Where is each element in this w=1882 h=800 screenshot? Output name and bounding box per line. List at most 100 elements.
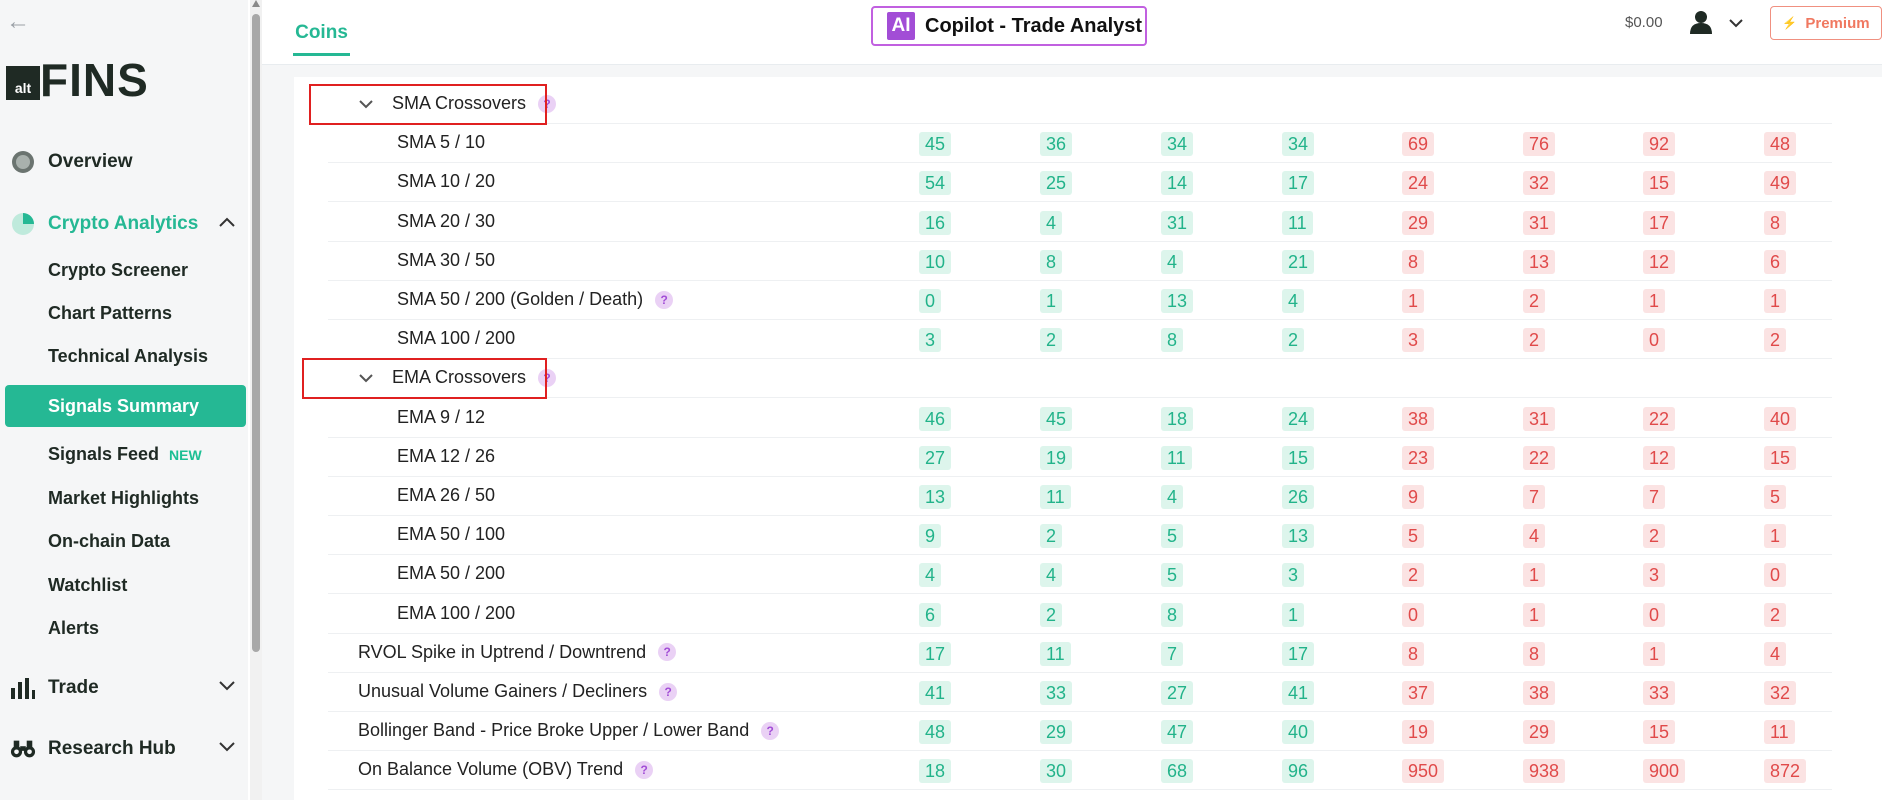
bullish-count-cell[interactable]: 3 [919,328,942,353]
bearish-count-cell[interactable]: 8 [1402,249,1425,274]
bullish-count-cell[interactable]: 2 [1040,328,1063,353]
sidebar-item-trade[interactable]: Trade [0,668,248,708]
bearish-count-cell[interactable]: 31 [1523,406,1556,431]
bullish-count-cell[interactable]: 2 [1040,602,1063,627]
bearish-count-cell[interactable]: 1 [1402,289,1425,313]
bearish-count-cell[interactable]: 4 [1764,641,1787,666]
bullish-count-cell[interactable]: 4 [1282,289,1305,313]
bearish-count-cell[interactable]: 38 [1402,406,1435,431]
bearish-count-cell[interactable]: 8 [1523,641,1546,666]
bullish-count-cell[interactable]: 8 [1161,328,1184,353]
bullish-count-cell[interactable]: 11 [1040,641,1071,666]
bullish-count-cell[interactable]: 48 [919,720,952,745]
bullish-count-cell[interactable]: 33 [1040,681,1073,705]
sidebar-item-watchlist[interactable]: Watchlist [48,570,127,600]
bullish-count-cell[interactable]: 15 [1282,445,1315,470]
bullish-count-cell[interactable]: 18 [1161,406,1194,431]
bullish-count-cell[interactable]: 1 [1040,289,1063,313]
bullish-count-cell[interactable]: 11 [1040,485,1071,509]
bullish-count-cell[interactable]: 4 [919,563,942,588]
bullish-count-cell[interactable]: 13 [1282,524,1315,549]
tab-coins[interactable]: Coins [293,22,350,56]
bullish-count-cell[interactable]: 13 [919,485,952,509]
sidebar-item-signals-feed[interactable]: Signals Feed NEW [48,439,202,469]
bullish-count-cell[interactable]: 31 [1161,210,1194,235]
bullish-count-cell[interactable]: 16 [919,210,952,235]
bearish-count-cell[interactable]: 900 [1643,759,1686,784]
bearish-count-cell[interactable]: 11 [1764,720,1795,745]
bullish-count-cell[interactable]: 17 [919,641,952,666]
bearish-count-cell[interactable]: 13 [1523,249,1556,274]
bearish-count-cell[interactable]: 2 [1402,563,1425,588]
bearish-count-cell[interactable]: 7 [1643,485,1666,509]
sidebar-item-technical-analysis[interactable]: Technical Analysis [48,341,208,371]
bearish-count-cell[interactable]: 938 [1523,759,1566,784]
sidebar-item-alerts[interactable]: Alerts [48,613,99,643]
bearish-count-cell[interactable]: 40 [1764,406,1797,431]
bearish-count-cell[interactable]: 5 [1402,524,1425,549]
bearish-count-cell[interactable]: 7 [1523,485,1546,509]
chevron-down-icon[interactable] [1728,18,1744,28]
bullish-count-cell[interactable]: 11 [1161,445,1192,470]
bullish-count-cell[interactable]: 4 [1040,563,1063,588]
bearish-count-cell[interactable]: 22 [1523,445,1556,470]
bullish-count-cell[interactable]: 11 [1282,210,1313,235]
help-icon[interactable]: ? [655,290,674,309]
bearish-count-cell[interactable]: 15 [1764,445,1797,470]
bullish-count-cell[interactable]: 14 [1161,171,1194,196]
sidebar-item-research-hub[interactable]: Research Hub [0,729,248,769]
bullish-count-cell[interactable]: 54 [919,171,952,196]
bullish-count-cell[interactable]: 96 [1282,759,1315,784]
group-header-row[interactable]: EMA Crossovers? [328,359,1832,399]
group-header-row[interactable]: SMA Crossovers? [328,85,1832,124]
sidebar-item-overview[interactable]: Overview [0,142,248,182]
bearish-count-cell[interactable]: 872 [1764,759,1807,784]
bearish-count-cell[interactable]: 2 [1523,289,1546,313]
bearish-count-cell[interactable]: 92 [1643,132,1676,157]
bullish-count-cell[interactable]: 21 [1282,249,1315,274]
bullish-count-cell[interactable]: 46 [919,406,952,431]
user-icon[interactable] [1690,10,1712,34]
bearish-count-cell[interactable]: 76 [1523,132,1556,157]
bullish-count-cell[interactable]: 27 [1161,681,1194,705]
bearish-count-cell[interactable]: 5 [1764,485,1787,509]
sidebar-item-signals-summary[interactable]: Signals Summary [5,385,246,427]
copilot-button[interactable]: AI Copilot - Trade Analyst [871,6,1147,46]
help-icon[interactable]: ? [658,643,677,662]
bullish-count-cell[interactable]: 34 [1161,132,1194,157]
bullish-count-cell[interactable]: 5 [1161,524,1184,549]
bullish-count-cell[interactable]: 13 [1161,289,1194,313]
bullish-count-cell[interactable]: 34 [1282,132,1315,157]
bullish-count-cell[interactable]: 41 [1282,681,1315,705]
bearish-count-cell[interactable]: 8 [1402,641,1425,666]
bullish-count-cell[interactable]: 47 [1161,720,1194,745]
bearish-count-cell[interactable]: 4 [1523,524,1546,549]
bullish-count-cell[interactable]: 2 [1282,328,1305,353]
bullish-count-cell[interactable]: 26 [1282,485,1315,509]
bullish-count-cell[interactable]: 8 [1161,602,1184,627]
bullish-count-cell[interactable]: 45 [919,132,952,157]
bullish-count-cell[interactable]: 41 [919,681,952,705]
bullish-count-cell[interactable]: 10 [919,249,952,274]
premium-button[interactable]: ⚡ Premium [1770,6,1882,40]
bullish-count-cell[interactable]: 17 [1282,171,1315,196]
bullish-count-cell[interactable]: 4 [1040,210,1063,235]
altfins-logo[interactable]: alt FINS [6,57,149,103]
bearish-count-cell[interactable]: 29 [1402,210,1435,235]
bearish-count-cell[interactable]: 1 [1643,289,1666,313]
bearish-count-cell[interactable]: 17 [1643,210,1676,235]
bearish-count-cell[interactable]: 12 [1643,249,1676,274]
bearish-count-cell[interactable]: 32 [1523,171,1556,196]
bearish-count-cell[interactable]: 9 [1402,485,1425,509]
bearish-count-cell[interactable]: 19 [1402,720,1435,745]
bullish-count-cell[interactable]: 30 [1040,759,1073,784]
bullish-count-cell[interactable]: 68 [1161,759,1194,784]
bearish-count-cell[interactable]: 38 [1523,681,1556,705]
back-arrow-icon[interactable]: ← [6,10,30,34]
bearish-count-cell[interactable]: 23 [1402,445,1435,470]
bearish-count-cell[interactable]: 1 [1523,563,1546,588]
bearish-count-cell[interactable]: 15 [1643,720,1676,745]
sidebar-item-crypto-analytics[interactable]: Crypto Analytics [0,204,248,244]
help-icon[interactable]: ? [635,760,654,779]
sidebar-item-chart-patterns[interactable]: Chart Patterns [48,298,172,328]
